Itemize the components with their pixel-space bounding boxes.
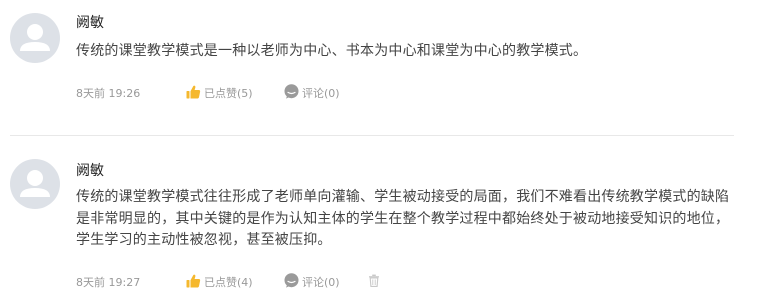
comment-content: 传统的课堂教学模式往往形成了老师单向灌输、学生被动接受的局面，我们不难看出传统教… bbox=[76, 189, 730, 248]
like-button[interactable]: 已点赞(4) bbox=[186, 274, 284, 293]
thumbs-up-icon bbox=[186, 274, 201, 293]
comment-content: 传统的课堂教学模式是一种以老师为中心、书本为中心和课堂为中心的教学模式。 bbox=[76, 43, 588, 59]
reply-count: 评论(0) bbox=[302, 87, 340, 100]
speech-bubble-icon bbox=[284, 273, 299, 293]
like-count: 已点赞(5) bbox=[204, 87, 253, 100]
comment-meta: 8天前 19:26 已点赞(5) 评论(0) bbox=[76, 84, 368, 104]
user-avatar-icon bbox=[20, 170, 50, 197]
like-count: 已点赞(4) bbox=[204, 276, 253, 289]
reply-button[interactable]: 评论(0) bbox=[284, 84, 368, 104]
comment-time: 8天前 19:27 bbox=[76, 276, 141, 289]
like-button[interactable]: 已点赞(5) bbox=[186, 85, 284, 104]
comment-author[interactable]: 阙敏 bbox=[76, 162, 104, 180]
reply-count: 评论(0) bbox=[302, 276, 340, 289]
delete-button[interactable] bbox=[368, 274, 383, 292]
thumbs-up-icon bbox=[186, 85, 201, 104]
avatar[interactable] bbox=[10, 159, 60, 209]
comment-author[interactable]: 阙敏 bbox=[76, 14, 104, 32]
speech-bubble-icon bbox=[284, 84, 299, 104]
comment-time: 8天前 19:26 bbox=[76, 87, 141, 100]
avatar[interactable] bbox=[10, 13, 60, 63]
reply-button[interactable]: 评论(0) bbox=[284, 273, 368, 293]
user-avatar-icon bbox=[20, 24, 50, 51]
comment-divider bbox=[10, 135, 734, 136]
trash-icon bbox=[368, 274, 380, 292]
comment-meta: 8天前 19:27 已点赞(4) 评论(0) bbox=[76, 273, 383, 293]
